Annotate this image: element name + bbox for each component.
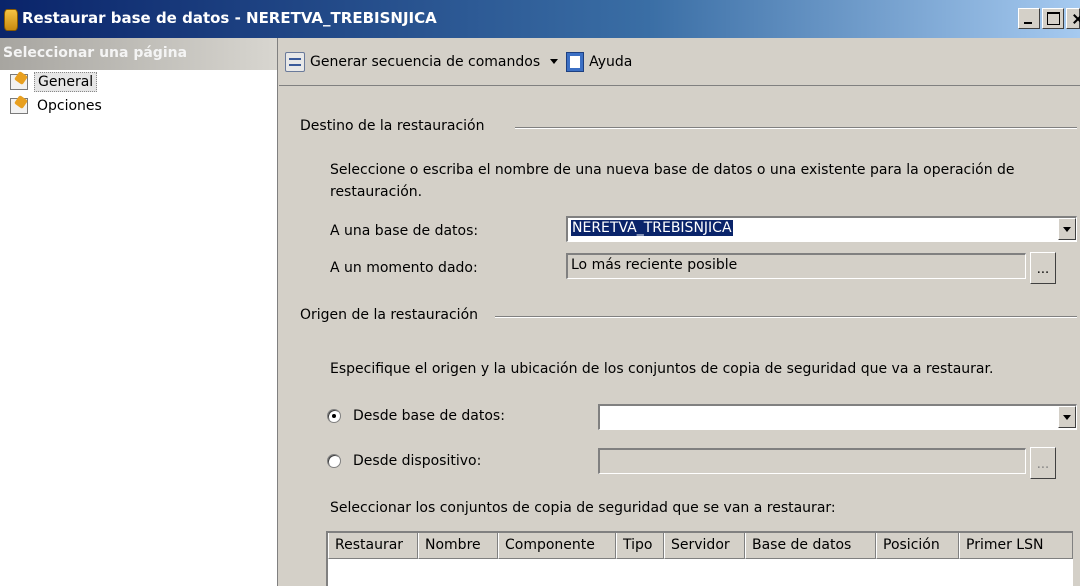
help-label: Ayuda <box>589 53 633 70</box>
point-in-time-browse-button[interactable]: ... <box>1030 252 1056 284</box>
database-value: NERETVA_TREBISNJICA <box>571 220 733 236</box>
radio-checked-icon <box>327 409 341 423</box>
title-bar: Restaurar base de datos - NERETVA_TREBIS… <box>0 0 1080 38</box>
from-database-label: Desde base de datos: <box>353 408 505 424</box>
column-header[interactable]: Tipo <box>616 533 664 559</box>
window-title: Restaurar base de datos - NERETVA_TREBIS… <box>22 9 437 27</box>
destination-description: Seleccione o escriba el nombre de una nu… <box>330 162 1015 200</box>
point-in-time-value: Lo más reciente posible <box>571 257 738 273</box>
help-icon <box>566 51 585 72</box>
column-header[interactable]: Base de datos <box>745 533 876 559</box>
column-header[interactable]: Posición <box>876 533 959 559</box>
from-database-radio[interactable]: Desde base de datos: <box>327 408 505 424</box>
chevron-down-icon[interactable] <box>550 59 559 64</box>
chevron-down-icon[interactable] <box>1058 406 1076 428</box>
close-button[interactable] <box>1066 8 1080 29</box>
maximize-button[interactable] <box>1042 8 1064 29</box>
page-icon <box>10 74 28 90</box>
radio-unchecked-icon <box>327 454 341 468</box>
point-in-time-field[interactable]: Lo más reciente posible <box>566 253 1026 279</box>
backup-sets-grid[interactable]: Restaurar Nombre Componente Tipo Servido… <box>326 531 1073 586</box>
database-icon <box>4 9 18 31</box>
minimize-button[interactable] <box>1018 8 1040 29</box>
column-header[interactable]: Nombre <box>418 533 498 559</box>
page-icon <box>10 98 28 114</box>
toolbar: Generar secuencia de comandos Ayuda <box>279 38 1080 86</box>
from-database-combobox[interactable] <box>598 404 1077 430</box>
general-page: Generar secuencia de comandos Ayuda Dest… <box>279 38 1080 586</box>
database-combobox[interactable]: NERETVA_TREBISNJICA <box>566 216 1077 242</box>
generate-script-label: Generar secuencia de comandos <box>310 53 541 70</box>
script-icon <box>285 51 305 72</box>
section-divider <box>515 127 1077 129</box>
from-device-radio[interactable]: Desde dispositivo: <box>327 453 481 469</box>
backup-sets-label: Seleccionar los conjuntos de copia de se… <box>330 500 836 516</box>
point-in-time-label: A un momento dado: <box>330 260 478 276</box>
device-browse-button[interactable]: ... <box>1030 447 1056 479</box>
grid-header: Restaurar Nombre Componente Tipo Servido… <box>328 533 1073 559</box>
column-header[interactable]: Componente <box>498 533 616 559</box>
sidebar-item-options[interactable]: Opciones <box>0 94 277 118</box>
page-selector-pane: Seleccionar una página General Opciones <box>0 38 278 586</box>
help-button[interactable]: Ayuda <box>566 51 633 72</box>
database-label: A una base de datos: <box>330 223 479 239</box>
section-divider <box>495 316 1077 318</box>
generate-script-button[interactable]: Generar secuencia de comandos <box>285 51 559 72</box>
sidebar-item-general[interactable]: General <box>0 70 277 94</box>
column-header[interactable]: Servidor <box>664 533 745 559</box>
chevron-down-icon[interactable] <box>1058 218 1076 240</box>
column-header[interactable]: Primer LSN <box>959 533 1073 559</box>
source-description: Especifique el origen y la ubicación de … <box>330 361 994 377</box>
destination-section-title: Destino de la restauración <box>300 118 485 134</box>
sidebar-item-label: Opciones <box>37 98 102 114</box>
page-selector-header: Seleccionar una página <box>0 38 277 70</box>
from-device-label: Desde dispositivo: <box>353 453 482 469</box>
sidebar-item-label: General <box>34 72 98 92</box>
column-header[interactable]: Restaurar <box>328 533 418 559</box>
from-device-field[interactable] <box>598 448 1026 474</box>
window-controls <box>1016 8 1080 30</box>
source-section-title: Origen de la restauración <box>300 307 479 323</box>
